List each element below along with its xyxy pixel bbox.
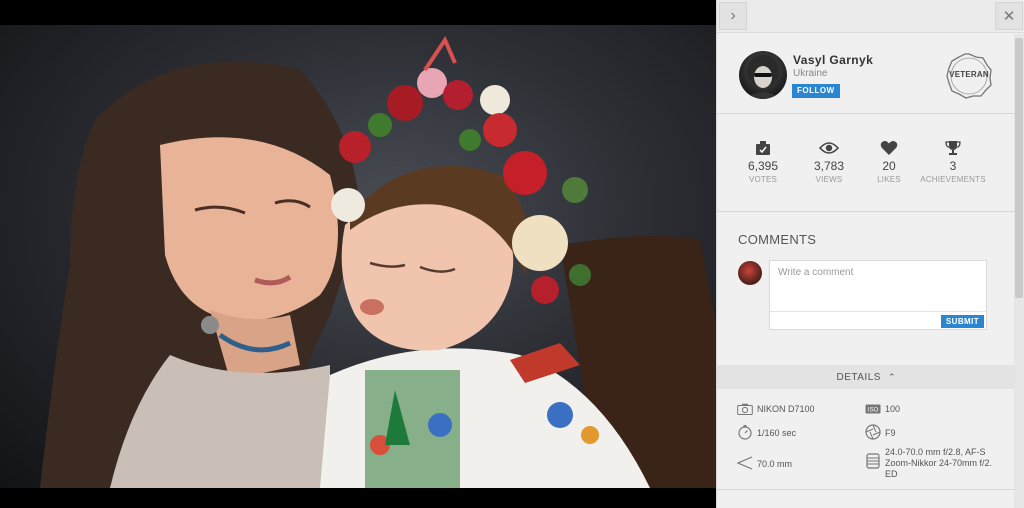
comments-heading: COMMENTS xyxy=(738,232,817,247)
author-profile: Vasyl Garnyk Ukraine FOLLOW VETERAN xyxy=(717,34,1015,114)
svg-text:ISO: ISO xyxy=(868,407,879,413)
iso-icon: ISO xyxy=(865,401,881,417)
author-name[interactable]: Vasyl Garnyk xyxy=(793,53,873,67)
section-divider xyxy=(717,489,1015,490)
close-icon: ✕ xyxy=(1002,8,1016,25)
author-avatar[interactable] xyxy=(739,51,787,99)
panel-topbar: › ✕ xyxy=(717,0,1024,33)
photo-page: › ✕ Vasyl Garnyk Ukraine FOLLOW VETERAN … xyxy=(0,0,1024,508)
panel-scrollbar[interactable] xyxy=(1014,34,1024,508)
photo-stats: 6,395 VOTES 3,783 VIEWS 20 LIKES 3 ACHIE… xyxy=(717,115,1015,212)
details-toggle[interactable]: DETAILS ⌃ xyxy=(717,365,1015,389)
camera-icon xyxy=(737,401,753,417)
chevron-up-icon: ⌃ xyxy=(887,371,896,382)
stat-value: 3 xyxy=(949,159,957,173)
photo-illustration xyxy=(40,35,716,488)
follow-button[interactable]: FOLLOW xyxy=(792,84,840,98)
chevron-right-icon: › xyxy=(730,7,736,24)
stopwatch-icon xyxy=(737,424,753,440)
details-label: DETAILS xyxy=(836,371,881,383)
iso-value: 100 xyxy=(885,404,901,414)
photo-viewer xyxy=(0,0,716,508)
stat-achievements[interactable]: 3 ACHIEVEMENTS xyxy=(913,139,993,184)
focal-length: 70.0 mm xyxy=(757,459,793,469)
aperture-value: F9 xyxy=(885,428,896,438)
author-country: Ukraine xyxy=(793,68,828,79)
collapse-panel-button[interactable]: › xyxy=(719,2,747,30)
current-user-avatar xyxy=(738,261,762,285)
info-panel: › ✕ Vasyl Garnyk Ukraine FOLLOW VETERAN … xyxy=(716,0,1024,508)
comment-divider xyxy=(770,311,986,312)
focal-length-icon xyxy=(737,455,753,471)
avatar-portrait xyxy=(745,55,781,99)
stat-label: ACHIEVEMENTS xyxy=(920,175,986,184)
aperture-icon xyxy=(865,424,881,440)
trophy-icon xyxy=(913,139,993,157)
close-button[interactable]: ✕ xyxy=(995,2,1023,30)
scrollbar-thumb[interactable] xyxy=(1015,38,1023,298)
shutter-speed: 1/160 sec xyxy=(757,428,797,438)
comment-form: SUBMIT xyxy=(769,260,987,330)
camera-model: NIKON D7100 xyxy=(757,404,815,414)
submit-comment-button[interactable]: SUBMIT xyxy=(940,315,984,328)
comment-input[interactable] xyxy=(778,267,978,307)
lens-icon xyxy=(865,453,881,469)
badge-label: VETERAN xyxy=(949,70,989,79)
main-photo[interactable] xyxy=(0,25,716,488)
veteran-badge: VETERAN xyxy=(946,53,992,99)
lens-model: 24.0-70.0 mm f/2.8, AF-S Zoom-Nikkor 24-… xyxy=(885,447,993,479)
